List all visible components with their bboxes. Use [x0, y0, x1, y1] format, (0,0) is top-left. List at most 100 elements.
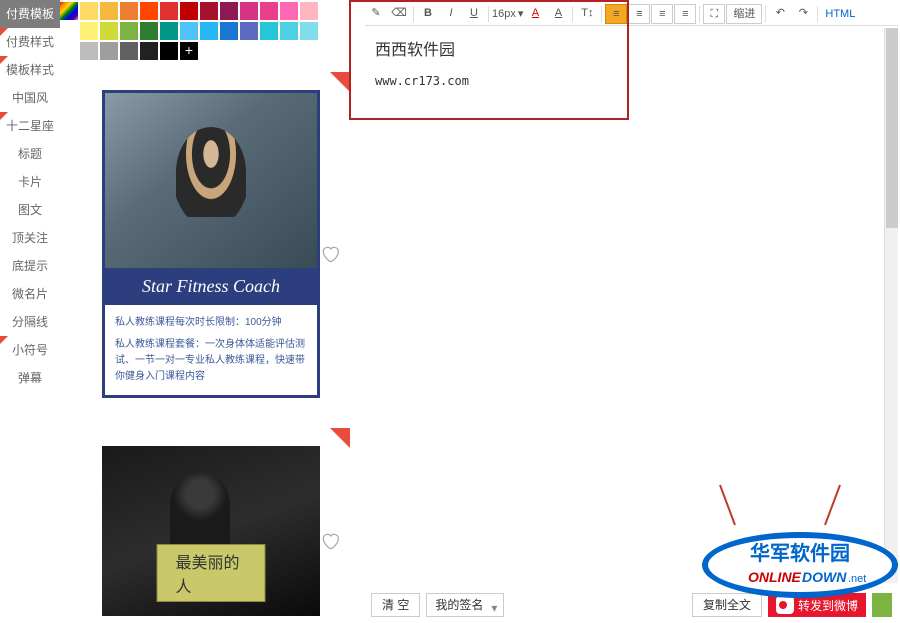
sidebar: 付费模板 付费样式 模板样式 中国风 十二星座 标题 卡片 图文 顶关注 底提示…	[0, 0, 60, 623]
sidebar-item-card[interactable]: 卡片	[0, 168, 60, 196]
template-card-firefighter[interactable]: 最美丽的人	[60, 428, 350, 623]
color-swatch[interactable]	[220, 22, 238, 40]
download-arrow-decoration	[710, 480, 850, 533]
sidebar-item-micro-card[interactable]: 微名片	[0, 280, 60, 308]
svg-text:DOWN: DOWN	[802, 569, 847, 585]
signature-select[interactable]: 我的签名	[426, 593, 504, 617]
html-source-button[interactable]: HTML	[821, 8, 859, 20]
sidebar-item-paid-template[interactable]: 付费模板	[0, 0, 60, 28]
color-swatch[interactable]	[80, 22, 98, 40]
color-swatch[interactable]	[280, 22, 298, 40]
palette-row-1	[60, 2, 345, 20]
sidebar-item-paid-style[interactable]: 付费样式	[0, 28, 60, 56]
template-fitness-desc: 私人教练课程每次时长限制：100分钟 私人教练课程套餐：一次身体体适能评估测试、…	[105, 305, 317, 395]
template-fitness-desc-2: 私人教练课程套餐：一次身体体适能评估测试、一节一对一专业私人教练课程，快速带你健…	[115, 337, 307, 385]
color-swatch[interactable]	[180, 22, 198, 40]
italic-button[interactable]: I	[440, 4, 462, 24]
color-swatch[interactable]	[160, 22, 178, 40]
toolbar-separator	[817, 6, 818, 22]
clear-button[interactable]: 清 空	[371, 593, 420, 617]
svg-text:ONLINE: ONLINE	[748, 569, 802, 585]
color-swatch[interactable]	[300, 22, 318, 40]
sidebar-item-top-follow[interactable]: 顶关注	[0, 224, 60, 252]
align-center-button[interactable]: ≡	[628, 4, 650, 24]
color-swatch[interactable]	[160, 2, 178, 20]
color-swatch[interactable]	[80, 2, 98, 20]
sidebar-item-symbols[interactable]: 小符号	[0, 336, 60, 364]
editor-text-line2[interactable]: www.cr173.com	[375, 74, 888, 88]
editor-toolbar: ✎ ⌫ B I U 16px▾ A A T↕ ≡ ≡ ≡ ≡ ⛶ 缩进 ↶ ↷ …	[365, 2, 898, 26]
color-swatch[interactable]	[140, 42, 158, 60]
template-fitness-image	[105, 93, 317, 268]
text-style-button[interactable]: T↕	[576, 4, 598, 24]
image-button[interactable]: ⛶	[703, 4, 725, 24]
template-firefighter-banner: 最美丽的人	[157, 544, 266, 602]
sidebar-item-chinese-style[interactable]: 中国风	[0, 84, 60, 112]
clear-format-icon[interactable]: ⌫	[388, 4, 410, 24]
color-swatch[interactable]	[200, 22, 218, 40]
palette-row-2	[60, 22, 345, 40]
add-color-button[interactable]: +	[180, 42, 198, 60]
fontsize-selector[interactable]: 16px▾	[492, 7, 523, 20]
sidebar-item-divider[interactable]: 分隔线	[0, 308, 60, 336]
color-swatch[interactable]	[240, 22, 258, 40]
scrollbar-vertical[interactable]	[884, 28, 898, 583]
color-swatch[interactable]	[100, 42, 118, 60]
color-swatch[interactable]	[120, 42, 138, 60]
color-swatch[interactable]	[200, 2, 218, 20]
color-swatch[interactable]	[240, 2, 258, 20]
sidebar-item-barrage[interactable]: 弹幕	[0, 364, 60, 392]
color-swatch[interactable]	[260, 22, 278, 40]
template-fitness-inner: Star Fitness Coach 私人教练课程每次时长限制：100分钟 私人…	[102, 90, 320, 398]
color-swatch[interactable]	[100, 22, 118, 40]
color-swatch[interactable]	[280, 2, 298, 20]
brush-icon[interactable]: ✎	[365, 4, 387, 24]
redo-button[interactable]: ↷	[792, 4, 814, 24]
toolbar-separator	[572, 6, 573, 22]
bold-button[interactable]: B	[417, 4, 439, 24]
editor-content[interactable]: 西西软件园 www.cr173.com	[365, 28, 898, 96]
template-panel[interactable]: Star Fitness Coach 私人教练课程每次时长限制：100分钟 私人…	[60, 72, 350, 623]
color-swatch[interactable]	[220, 2, 238, 20]
palette-row-3: +	[60, 42, 345, 60]
color-swatch[interactable]	[100, 2, 118, 20]
color-palette: +	[60, 2, 345, 62]
sidebar-item-bottom-tip[interactable]: 底提示	[0, 252, 60, 280]
align-justify-button[interactable]: ≡	[674, 4, 696, 24]
heart-icon[interactable]	[320, 531, 340, 551]
toolbar-separator	[699, 6, 700, 22]
heart-icon[interactable]	[320, 244, 340, 264]
sidebar-item-title[interactable]: 标题	[0, 140, 60, 168]
font-color-button[interactable]: A	[524, 4, 546, 24]
color-swatch[interactable]	[60, 2, 78, 20]
toolbar-separator	[601, 6, 602, 22]
align-right-button[interactable]: ≡	[651, 4, 673, 24]
svg-text:华军软件园: 华军软件园	[750, 541, 850, 565]
color-swatch[interactable]	[180, 2, 198, 20]
sidebar-item-zodiac[interactable]: 十二星座	[0, 112, 60, 140]
color-swatch[interactable]	[300, 2, 318, 20]
toolbar-separator	[413, 6, 414, 22]
align-left-button[interactable]: ≡	[605, 4, 627, 24]
color-swatch[interactable]	[160, 42, 178, 60]
scrollbar-thumb[interactable]	[886, 28, 898, 228]
template-fitness-banner: Star Fitness Coach	[105, 268, 317, 305]
template-card-fitness[interactable]: Star Fitness Coach 私人教练课程每次时长限制：100分钟 私人…	[60, 72, 350, 416]
color-swatch[interactable]	[140, 2, 158, 20]
template-fitness-desc-1: 私人教练课程每次时长限制：100分钟	[115, 315, 307, 331]
color-swatch[interactable]	[80, 42, 98, 60]
watermark-logo: 华军软件园 ONLINE DOWN .net	[700, 530, 900, 603]
editor-text-line1[interactable]: 西西软件园	[375, 36, 888, 60]
underline-button[interactable]: U	[463, 4, 485, 24]
bg-color-button[interactable]: A	[547, 4, 569, 24]
color-swatch[interactable]	[260, 2, 278, 20]
toolbar-separator	[765, 6, 766, 22]
undo-button[interactable]: ↶	[769, 4, 791, 24]
svg-text:.net: .net	[848, 573, 866, 585]
sidebar-item-image-text[interactable]: 图文	[0, 196, 60, 224]
indent-button[interactable]: 缩进	[726, 4, 762, 24]
color-swatch[interactable]	[140, 22, 158, 40]
sidebar-item-template-style[interactable]: 模板样式	[0, 56, 60, 84]
color-swatch[interactable]	[120, 2, 138, 20]
color-swatch[interactable]	[120, 22, 138, 40]
